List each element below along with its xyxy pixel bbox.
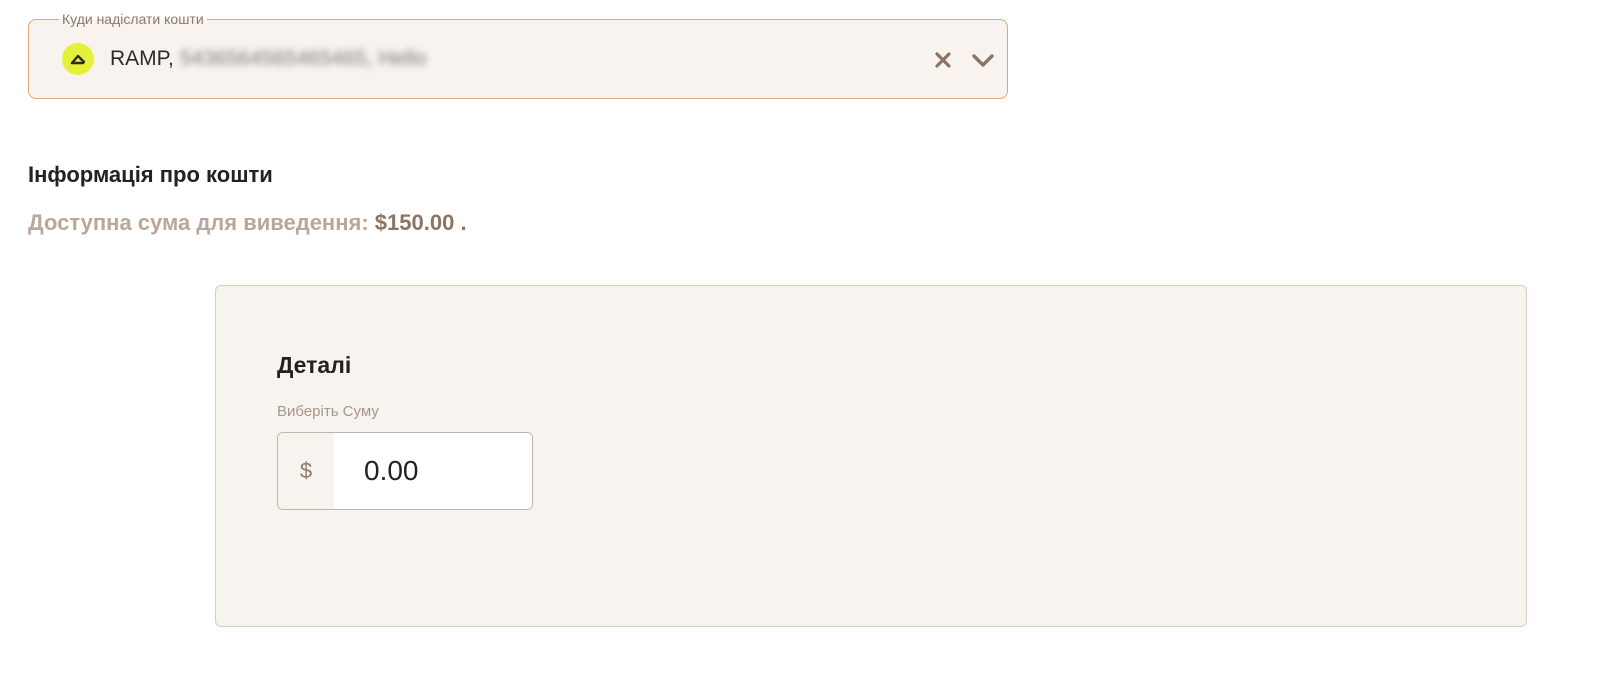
ramp-logo-icon <box>62 43 94 75</box>
funds-info-title: Інформація про кошти <box>28 162 273 187</box>
destination-selected-value[interactable]: RAMP, 5436564565465465, Hello <box>62 43 426 75</box>
available-amount-text: Доступна сума для виведення: $150.00 . <box>28 210 467 236</box>
amount-label: Виберіть Суму <box>277 403 379 420</box>
available-amount-suffix: . <box>460 210 467 235</box>
account-details: 5436564565465465, Hello <box>179 47 427 70</box>
details-title: Деталі <box>277 352 352 378</box>
amount-field[interactable]: $ <box>277 432 533 510</box>
provider-name: RAMP, <box>110 47 174 70</box>
currency-prefix: $ <box>278 433 334 509</box>
destination-select-label: Куди надіслати кошти <box>62 11 204 27</box>
chevron-down-icon[interactable] <box>970 47 996 73</box>
amount-input[interactable] <box>334 433 532 509</box>
available-amount-value: $150.00 <box>374 210 455 235</box>
details-card: Деталі Виберіть Суму $ <box>215 285 1527 627</box>
withdraw-page: Куди надіслати кошти RAMP, 5436564565465… <box>0 0 1617 694</box>
close-icon[interactable] <box>930 47 956 73</box>
available-amount-label: Доступна сума для виведення: <box>28 210 369 235</box>
